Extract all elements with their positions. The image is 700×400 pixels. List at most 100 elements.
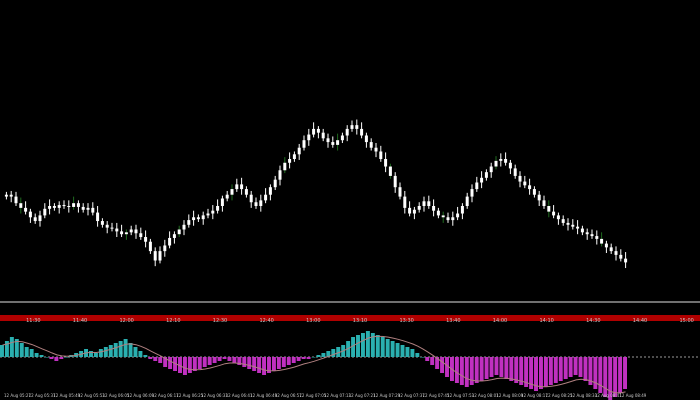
candle-body	[144, 237, 148, 242]
time-axis-label: 13:00	[306, 318, 320, 324]
candle-body	[355, 125, 359, 129]
chart-background	[0, 0, 700, 400]
histogram-bar	[44, 357, 49, 358]
histogram-bar	[479, 357, 484, 381]
candle-body	[14, 196, 18, 204]
candle-body	[580, 228, 584, 233]
candle-body	[62, 205, 66, 207]
candle-body	[600, 238, 604, 244]
oscillator-time-label: 12 Aug 06:41	[226, 393, 253, 398]
candle-body	[556, 215, 560, 220]
candle-body	[196, 217, 200, 220]
candle-body	[28, 211, 32, 218]
time-axis-label: 12:40	[259, 318, 273, 324]
histogram-bar	[311, 357, 316, 358]
time-axis-label: 13:10	[353, 318, 367, 324]
histogram-bar	[133, 347, 138, 357]
candle-body	[206, 213, 210, 216]
candle-body	[321, 132, 325, 139]
histogram-bar	[385, 339, 390, 357]
histogram-bar	[123, 339, 128, 357]
histogram-bar	[54, 357, 59, 361]
histogram-bar	[158, 357, 163, 363]
candle-body	[19, 203, 23, 208]
candle-body	[388, 166, 392, 176]
trading-terminal-chart-window: 11:30 11:40 12:00 12:10 12:30 12:40 13:00 13:10…	[0, 0, 700, 400]
histogram-bar	[227, 357, 232, 361]
candle-body	[134, 229, 138, 234]
histogram-bar	[578, 357, 583, 377]
candle-body	[585, 232, 589, 235]
candle-body	[139, 233, 143, 238]
histogram-bar	[108, 345, 113, 357]
oscillator-time-label: 12 Aug 06:57	[275, 393, 302, 398]
oscillator-time-label: 12 Aug 07:05	[299, 393, 326, 398]
histogram-bar	[598, 357, 603, 393]
candle-body	[460, 206, 464, 214]
oscillator-time-label: 12 Aug 08:25	[546, 393, 573, 398]
time-axis-label: 15:00	[679, 318, 693, 324]
candle-body	[571, 224, 575, 227]
histogram-bar	[548, 357, 553, 385]
histogram-bar	[365, 331, 370, 357]
candle-body	[312, 128, 316, 135]
candle-body	[235, 184, 239, 190]
oscillator-time-label: 12 Aug 06:17	[152, 393, 179, 398]
histogram-bar	[405, 347, 410, 357]
candle-body	[624, 258, 628, 263]
histogram-bar	[623, 357, 627, 389]
histogram-bar	[286, 357, 291, 365]
histogram-bar	[197, 357, 202, 369]
oscillator-time-label: 12 Aug 08:09	[496, 393, 523, 398]
candle-body	[576, 226, 580, 229]
candle-body	[542, 200, 546, 206]
candle-body	[331, 142, 335, 145]
histogram-bar	[103, 347, 108, 357]
histogram-bar	[93, 353, 98, 357]
histogram-bar	[484, 357, 489, 379]
candle-body	[489, 166, 493, 173]
candle-body	[316, 128, 320, 133]
candle-body	[81, 206, 85, 210]
candle-body	[168, 237, 172, 246]
histogram-bar	[454, 357, 459, 383]
histogram-bar	[553, 357, 558, 383]
time-axis-label: 12:10	[166, 318, 180, 324]
candle-body	[254, 202, 258, 206]
candle-body	[513, 168, 517, 176]
histogram-bar	[306, 357, 311, 359]
candle-body	[278, 170, 282, 180]
oscillator-time-label: 12 Aug 06:09	[127, 393, 154, 398]
candle-body	[350, 125, 354, 129]
candle-body	[369, 142, 373, 148]
candle-body	[9, 194, 13, 197]
candle-body	[182, 224, 186, 230]
time-axis-label: 11:30	[26, 318, 40, 324]
candle-body	[110, 227, 114, 229]
time-axis-label: 11:40	[73, 318, 87, 324]
candle-body	[398, 187, 402, 197]
histogram-bar	[494, 357, 499, 375]
candle-body	[153, 251, 157, 261]
histogram-bar	[420, 357, 425, 358]
candle-body	[552, 211, 556, 216]
histogram-bar	[583, 357, 588, 381]
histogram-bar	[64, 357, 69, 358]
candle-body	[532, 189, 536, 195]
candle-body	[86, 207, 90, 210]
candle-body	[211, 210, 215, 214]
candle-body	[465, 196, 469, 206]
histogram-bar	[415, 353, 420, 357]
candle-body	[120, 231, 124, 235]
histogram-bar	[262, 357, 267, 375]
candle-body	[288, 159, 292, 163]
histogram-bar	[148, 357, 153, 359]
histogram-bar	[252, 357, 257, 371]
price-and-oscillator-chart[interactable]: 11:30 11:40 12:00 12:10 12:30 12:40 13:00 13:10…	[0, 0, 700, 400]
histogram-bar	[39, 355, 44, 357]
candle-body	[220, 198, 224, 206]
candle-body	[201, 215, 205, 220]
time-axis-label: 13:30	[399, 318, 413, 324]
candle-body	[43, 208, 47, 216]
histogram-bar	[138, 351, 143, 357]
